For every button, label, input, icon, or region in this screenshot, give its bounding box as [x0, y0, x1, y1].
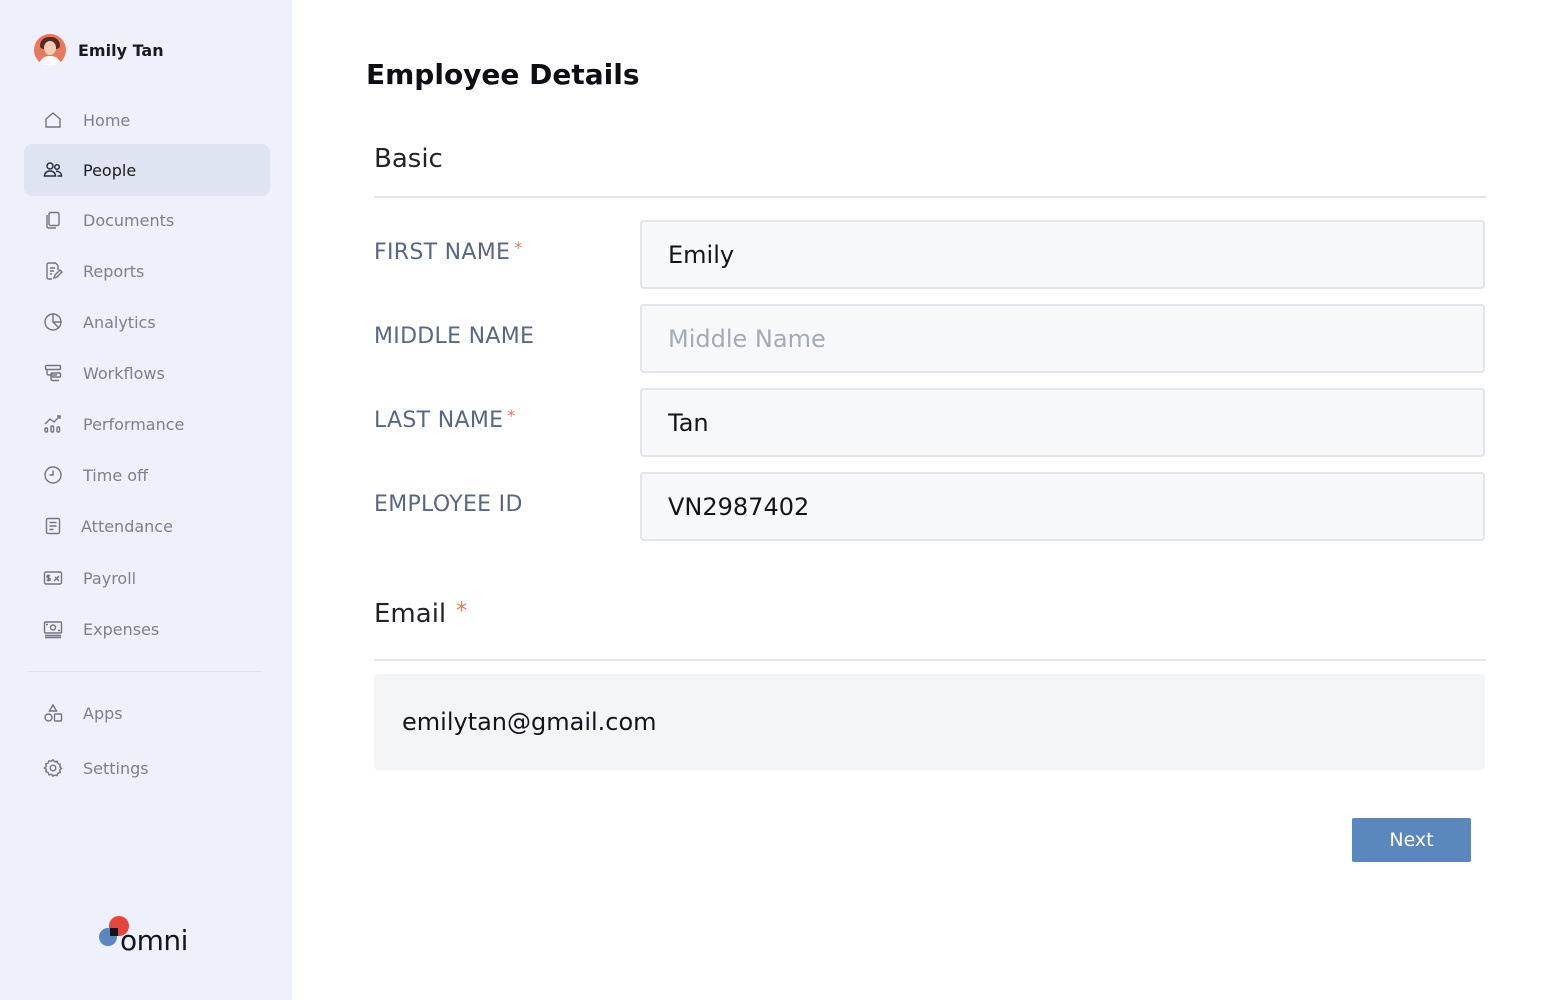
- expenses-icon: [43, 621, 63, 639]
- attendance-icon: [45, 517, 61, 535]
- user-name: Emily Tan: [78, 40, 164, 60]
- sidebar-item-label: Payroll: [83, 568, 137, 588]
- middle-name-label: MIDDLE NAME: [374, 324, 534, 349]
- sidebar-item-label: Attendance: [81, 516, 173, 536]
- sidebar-item-label: Apps: [83, 703, 123, 723]
- sidebar-item-label: Expenses: [83, 619, 160, 639]
- email-title-text: Email: [374, 599, 447, 629]
- required-mark: *: [514, 238, 523, 257]
- last-name-label-text: LAST NAME: [374, 408, 504, 433]
- sidebar-item-attendance[interactable]: Attendance: [24, 500, 270, 552]
- sidebar-item-settings[interactable]: Settings: [24, 742, 270, 794]
- omni-logo: omni: [98, 914, 198, 958]
- sidebar-item-label: Performance: [83, 414, 185, 434]
- employee-id-label-text: EMPLOYEE ID: [374, 492, 523, 517]
- apps-icon: [44, 703, 63, 722]
- sidebar-divider: [28, 671, 262, 672]
- sidebar-item-expenses[interactable]: Expenses: [24, 603, 270, 655]
- page-title: Employee Details: [366, 58, 640, 91]
- sidebar-item-label: Home: [83, 110, 131, 130]
- workflows-icon: [44, 364, 62, 382]
- sidebar-item-label: Workflows: [83, 363, 165, 383]
- sidebar-item-apps[interactable]: Apps: [24, 687, 270, 739]
- people-icon: [43, 162, 63, 177]
- last-name-field[interactable]: [640, 388, 1485, 457]
- sidebar-item-workflows[interactable]: Workflows: [24, 347, 270, 399]
- documents-icon: [46, 211, 60, 229]
- first-name-label: FIRST NAME *: [374, 238, 523, 265]
- sidebar-item-people[interactable]: People: [24, 144, 270, 196]
- section-divider: [374, 196, 1486, 198]
- employee-id-field[interactable]: [640, 472, 1485, 541]
- required-mark: *: [456, 599, 468, 624]
- logo-text: omni: [120, 924, 188, 957]
- employee-id-label: EMPLOYEE ID: [374, 492, 523, 517]
- section-title-basic: Basic: [374, 144, 443, 174]
- sidebar-item-label: Analytics: [83, 312, 156, 332]
- sidebar-item-analytics[interactable]: Analytics: [24, 296, 270, 348]
- sidebar-item-label: Documents: [83, 210, 175, 230]
- first-name-field[interactable]: [640, 220, 1485, 289]
- clock-icon: [44, 466, 62, 484]
- sidebar-item-label: People: [83, 160, 137, 180]
- sidebar-item-documents[interactable]: Documents: [24, 194, 270, 246]
- next-button[interactable]: Next: [1352, 818, 1471, 862]
- sidebar-item-time-off[interactable]: Time off: [24, 449, 270, 501]
- sidebar-item-label: Reports: [83, 261, 145, 281]
- section-divider: [374, 659, 1486, 661]
- analytics-icon: [44, 313, 62, 331]
- performance-icon: [44, 415, 61, 433]
- user-profile[interactable]: Emily Tan: [34, 34, 164, 66]
- sidebar-item-label: Settings: [83, 758, 149, 778]
- required-mark: *: [507, 406, 516, 425]
- payroll-icon: [43, 571, 63, 585]
- section-title-email: Email *: [374, 599, 467, 629]
- email-field[interactable]: [374, 674, 1485, 770]
- sidebar-item-payroll[interactable]: Payroll: [24, 552, 270, 604]
- avatar: [34, 34, 66, 66]
- middle-name-field[interactable]: [640, 304, 1485, 373]
- reports-icon: [46, 262, 63, 280]
- last-name-label: LAST NAME *: [374, 406, 516, 433]
- sidebar-item-performance[interactable]: Performance: [24, 398, 270, 450]
- middle-name-label-text: MIDDLE NAME: [374, 324, 535, 349]
- sidebar-item-label: Time off: [83, 465, 149, 485]
- sidebar: Emily Tan Home People Documents Reports …: [0, 0, 292, 1000]
- gear-icon: [43, 758, 63, 778]
- first-name-label-text: FIRST NAME: [374, 240, 511, 265]
- sidebar-item-home[interactable]: Home: [24, 94, 270, 146]
- sidebar-item-reports[interactable]: Reports: [24, 245, 270, 297]
- home-icon: [45, 112, 61, 128]
